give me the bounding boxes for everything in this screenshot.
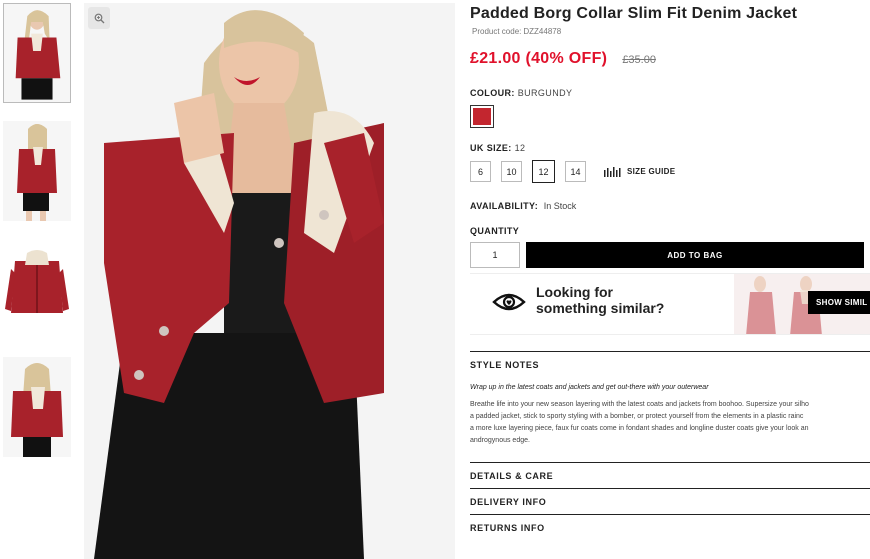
size-option-6[interactable]: 6 xyxy=(470,161,491,182)
availability-label: AVAILABILITY: xyxy=(470,201,539,211)
accordion-returns-info[interactable]: RETURNS INFO xyxy=(470,514,870,540)
quantity-label: QUANTITY xyxy=(470,226,520,236)
thumbnail-image xyxy=(3,121,71,221)
thumbnail-2[interactable] xyxy=(3,121,71,221)
style-notes-body: Breathe life into your new season layeri… xyxy=(470,399,870,447)
size-option-10[interactable]: 10 xyxy=(501,161,522,182)
quantity-input[interactable] xyxy=(470,242,520,268)
original-price: £35.00 xyxy=(622,54,656,66)
thumbnail-image xyxy=(3,357,71,457)
colour-swatch-burgundy[interactable] xyxy=(470,105,494,128)
add-to-bag-button[interactable]: ADD TO BAG xyxy=(526,242,864,268)
thumbnail-image xyxy=(3,239,71,339)
product-code-label: Product code: xyxy=(472,27,522,36)
thumbnail-3[interactable] xyxy=(3,239,71,339)
colour-label-row: COLOUR: BURGUNDY xyxy=(470,88,870,98)
accordion-details-care[interactable]: DETAILS & CARE xyxy=(470,462,870,488)
show-similar-button[interactable]: SHOW SIMIL xyxy=(808,291,870,314)
size-label: UK SIZE: xyxy=(470,143,512,153)
similar-line-1: Looking for xyxy=(536,284,613,300)
model-photo xyxy=(84,3,455,559)
similar-text: Looking for something similar? xyxy=(536,284,664,316)
product-details: Padded Borg Collar Slim Fit Denim Jacket… xyxy=(470,0,870,540)
availability-value: In Stock xyxy=(543,201,577,211)
colour-value: BURGUNDY xyxy=(517,88,573,98)
main-product-image[interactable] xyxy=(84,3,455,559)
quantity-row: ADD TO BAG xyxy=(470,242,870,268)
zoom-button[interactable] xyxy=(88,7,110,29)
thumbnail-list xyxy=(3,3,71,475)
price-row: £21.00 (40% OFF) £35.00 xyxy=(470,50,870,68)
size-option-14[interactable]: 14 xyxy=(565,161,586,182)
thumbnail-1[interactable] xyxy=(3,3,71,103)
product-code: Product code: DZZ44878 xyxy=(470,27,870,36)
style-notes-line: a padded jacket, stick to sporty styling… xyxy=(470,413,804,420)
style-notes-line: androgynous edge. xyxy=(470,437,530,444)
colour-label: COLOUR: xyxy=(470,88,515,98)
swatch-fill xyxy=(473,108,491,125)
size-guide-link[interactable]: SIZE GUIDE xyxy=(604,166,676,177)
sale-price: £21.00 (40% OFF) xyxy=(470,50,608,67)
similar-line-2: something similar? xyxy=(536,300,665,316)
accordion-delivery-info[interactable]: DELIVERY INFO xyxy=(470,488,870,514)
product-page: Padded Borg Collar Slim Fit Denim Jacket… xyxy=(0,0,870,559)
size-option-12[interactable]: 12 xyxy=(532,160,555,183)
find-similar-banner[interactable]: Looking for something similar? SHOW SIMI… xyxy=(470,273,870,335)
style-notes-heading: STYLE NOTES xyxy=(470,351,870,370)
product-code-value: DZZ44878 xyxy=(523,27,562,36)
size-options: 6 10 12 14 SIZE GUIDE xyxy=(470,160,870,183)
zoom-icon xyxy=(94,13,104,23)
style-notes-intro: Wrap up in the latest coats and jackets … xyxy=(470,384,709,391)
thumbnail-image xyxy=(4,4,70,102)
product-title: Padded Borg Collar Slim Fit Denim Jacket xyxy=(470,5,798,22)
availability-row: AVAILABILITY: In Stock xyxy=(470,201,870,211)
style-notes-line: a more luxe layering piece, faux fur coa… xyxy=(470,425,809,432)
style-notes-line: Breathe life into your new season layeri… xyxy=(470,401,809,408)
size-value: 12 xyxy=(514,143,526,153)
size-guide-label: SIZE GUIDE xyxy=(627,167,676,176)
size-label-row: UK SIZE: 12 xyxy=(470,143,870,153)
eye-icon xyxy=(492,293,526,311)
thumbnail-4[interactable] xyxy=(3,357,71,457)
ruler-icon xyxy=(604,166,621,177)
